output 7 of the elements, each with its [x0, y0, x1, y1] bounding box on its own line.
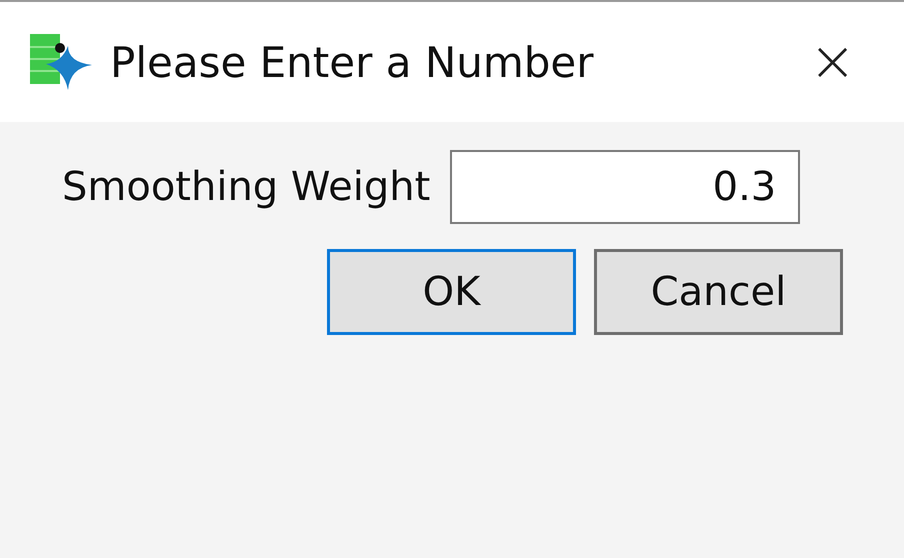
dialog-button[interactable]: Cancel [594, 249, 843, 335]
field-label: Smoothing Weight [62, 163, 430, 212]
dialog-button[interactable]: OK [327, 249, 576, 335]
input-field[interactable]: 0.3 [450, 150, 800, 224]
close-button[interactable]: × [801, 34, 864, 90]
window-title: Please Enter a Number [110, 36, 594, 88]
app-icon [28, 32, 94, 92]
